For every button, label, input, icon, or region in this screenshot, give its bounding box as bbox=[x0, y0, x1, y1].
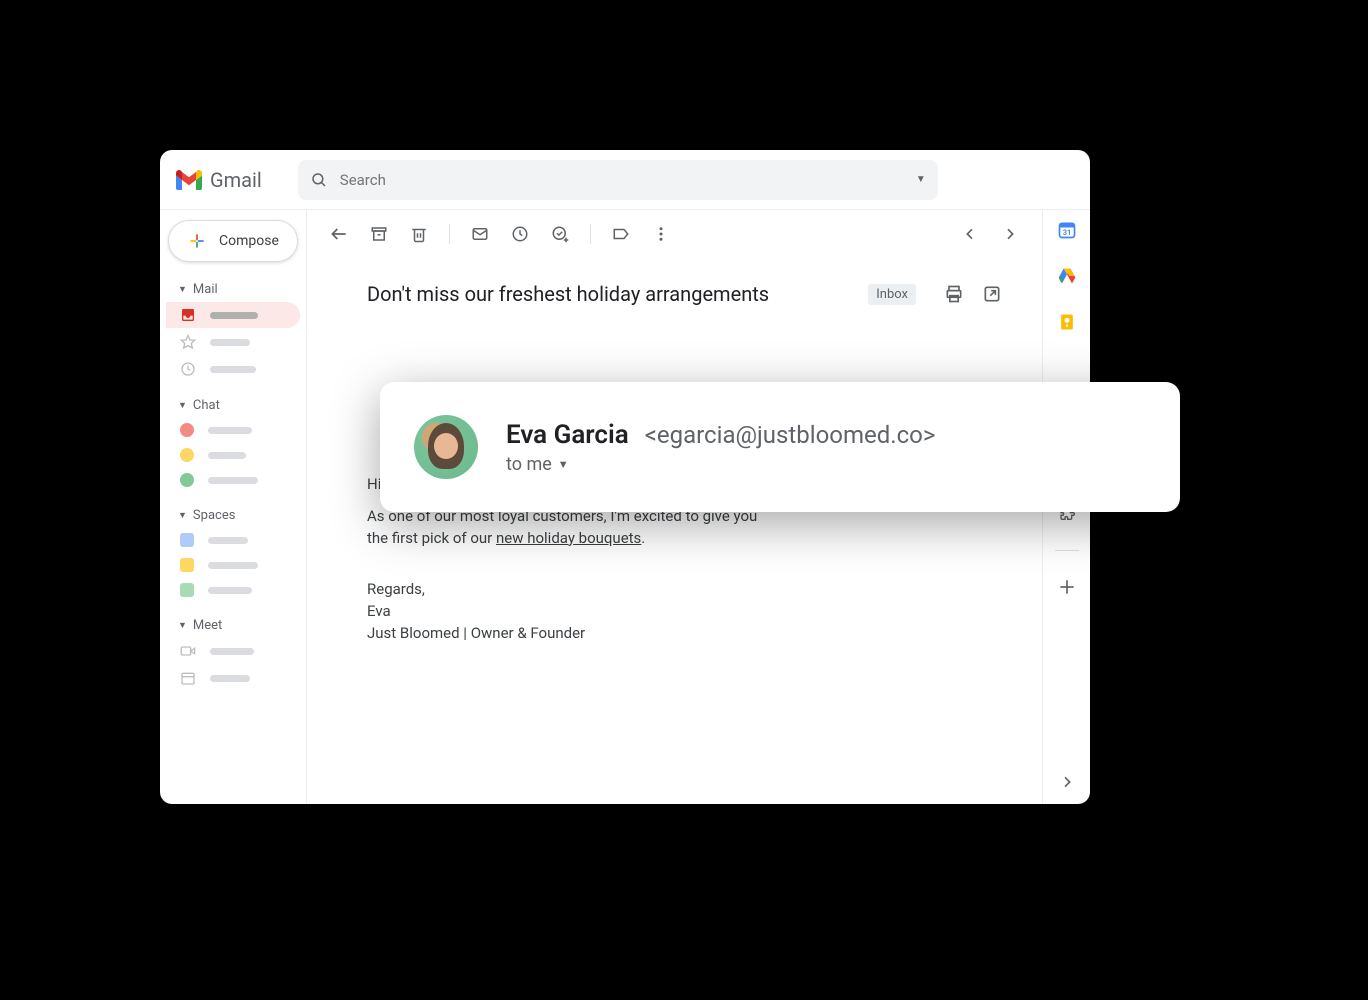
section-spaces[interactable]: ▼ Spaces bbox=[166, 502, 300, 527]
space-item[interactable] bbox=[166, 528, 300, 552]
divider bbox=[449, 224, 450, 244]
search-dropdown-icon[interactable]: ▼ bbox=[916, 174, 926, 185]
chevron-down-icon: ▼ bbox=[558, 458, 569, 471]
placeholder-bar bbox=[210, 312, 258, 319]
meet-new[interactable] bbox=[166, 638, 300, 664]
space-icon bbox=[180, 583, 194, 597]
section-mail[interactable]: ▼ Mail bbox=[166, 276, 300, 301]
sidebar-item-starred[interactable] bbox=[166, 329, 300, 355]
caret-down-icon: ▼ bbox=[178, 620, 187, 631]
status-dot-icon bbox=[180, 423, 194, 437]
divider bbox=[590, 224, 591, 244]
divider bbox=[1055, 550, 1079, 551]
section-chat-label: Chat bbox=[193, 398, 220, 413]
compose-label: Compose bbox=[219, 233, 279, 249]
star-icon bbox=[180, 334, 196, 350]
meet-join[interactable] bbox=[166, 665, 300, 691]
sender-email: <egarcia@justbloomed.co> bbox=[645, 421, 936, 449]
space-icon bbox=[180, 533, 194, 547]
mark-unread-icon[interactable] bbox=[470, 224, 490, 244]
email-subject: Don't miss our freshest holiday arrangem… bbox=[367, 282, 852, 306]
drive-app-icon[interactable] bbox=[1057, 266, 1077, 286]
recipient-dropdown[interactable]: to me ▼ bbox=[506, 454, 935, 475]
placeholder-bar bbox=[208, 452, 246, 459]
placeholder-bar bbox=[210, 339, 250, 346]
space-icon bbox=[180, 558, 194, 572]
keep-app-icon[interactable] bbox=[1057, 312, 1077, 332]
sender-card: Eva Garcia <egarcia@justbloomed.co> to m… bbox=[380, 382, 1180, 512]
archive-icon[interactable] bbox=[369, 224, 389, 244]
section-mail-label: Mail bbox=[193, 282, 218, 297]
plus-icon bbox=[187, 231, 207, 251]
placeholder-bar bbox=[208, 587, 252, 594]
holiday-bouquets-link[interactable]: new holiday bouquets bbox=[496, 529, 641, 547]
placeholder-bar bbox=[210, 675, 250, 682]
inbox-chip[interactable]: Inbox bbox=[868, 284, 916, 305]
toolbar bbox=[307, 210, 1042, 258]
calendar-app-icon[interactable]: 31 bbox=[1057, 220, 1077, 240]
space-item[interactable] bbox=[166, 553, 300, 577]
sender-name: Eva Garcia bbox=[506, 420, 629, 450]
inbox-icon bbox=[180, 307, 196, 323]
header: Gmail ▼ bbox=[160, 150, 1090, 210]
add-task-icon[interactable] bbox=[550, 224, 570, 244]
product-name: Gmail bbox=[210, 168, 262, 192]
section-meet-label: Meet bbox=[193, 618, 222, 633]
avatar[interactable] bbox=[414, 415, 478, 479]
subject-row: Don't miss our freshest holiday arrangem… bbox=[307, 258, 1042, 324]
caret-down-icon: ▼ bbox=[178, 400, 187, 411]
placeholder-bar bbox=[208, 562, 258, 569]
open-new-window-icon[interactable] bbox=[982, 284, 1002, 304]
snooze-icon[interactable] bbox=[510, 224, 530, 244]
print-icon[interactable] bbox=[944, 284, 964, 304]
placeholder-bar bbox=[208, 477, 258, 484]
search-input[interactable] bbox=[340, 171, 904, 189]
caret-down-icon: ▼ bbox=[178, 510, 187, 521]
search-icon bbox=[310, 171, 328, 189]
collapse-panel-icon[interactable] bbox=[1059, 774, 1075, 804]
status-dot-icon bbox=[180, 473, 194, 487]
placeholder-bar bbox=[210, 366, 256, 373]
compose-button[interactable]: Compose bbox=[168, 220, 298, 262]
label-icon[interactable] bbox=[611, 224, 631, 244]
sidebar-item-inbox[interactable] bbox=[166, 302, 300, 328]
signature: Regards, Eva Just Bloomed | Owner & Foun… bbox=[367, 579, 982, 644]
svg-text:31: 31 bbox=[1062, 228, 1071, 237]
chat-item[interactable] bbox=[166, 468, 300, 492]
chat-item[interactable] bbox=[166, 443, 300, 467]
status-dot-icon bbox=[180, 448, 194, 462]
prev-icon[interactable] bbox=[960, 224, 980, 244]
section-meet[interactable]: ▼ Meet bbox=[166, 612, 300, 637]
clock-icon bbox=[180, 361, 196, 377]
section-spaces-label: Spaces bbox=[193, 508, 236, 523]
body-paragraph: As one of our most loyal customers, I'm … bbox=[367, 506, 767, 550]
caret-down-icon: ▼ bbox=[178, 284, 187, 295]
more-icon[interactable] bbox=[651, 224, 671, 244]
calendar-icon bbox=[180, 670, 196, 686]
add-app-icon[interactable] bbox=[1057, 577, 1077, 597]
sidebar-item-snoozed[interactable] bbox=[166, 356, 300, 382]
sidebar: Compose ▼ Mail ▼ Chat bbox=[160, 210, 306, 804]
placeholder-bar bbox=[210, 648, 254, 655]
gmail-logo-icon bbox=[176, 170, 202, 190]
next-icon[interactable] bbox=[1000, 224, 1020, 244]
video-plus-icon bbox=[180, 643, 196, 659]
space-item[interactable] bbox=[166, 578, 300, 602]
placeholder-bar bbox=[208, 427, 252, 434]
section-chat[interactable]: ▼ Chat bbox=[166, 392, 300, 417]
delete-icon[interactable] bbox=[409, 224, 429, 244]
chat-item[interactable] bbox=[166, 418, 300, 442]
search-bar[interactable]: ▼ bbox=[298, 160, 938, 200]
logo[interactable]: Gmail bbox=[176, 168, 262, 192]
back-icon[interactable] bbox=[329, 224, 349, 244]
placeholder-bar bbox=[208, 537, 248, 544]
